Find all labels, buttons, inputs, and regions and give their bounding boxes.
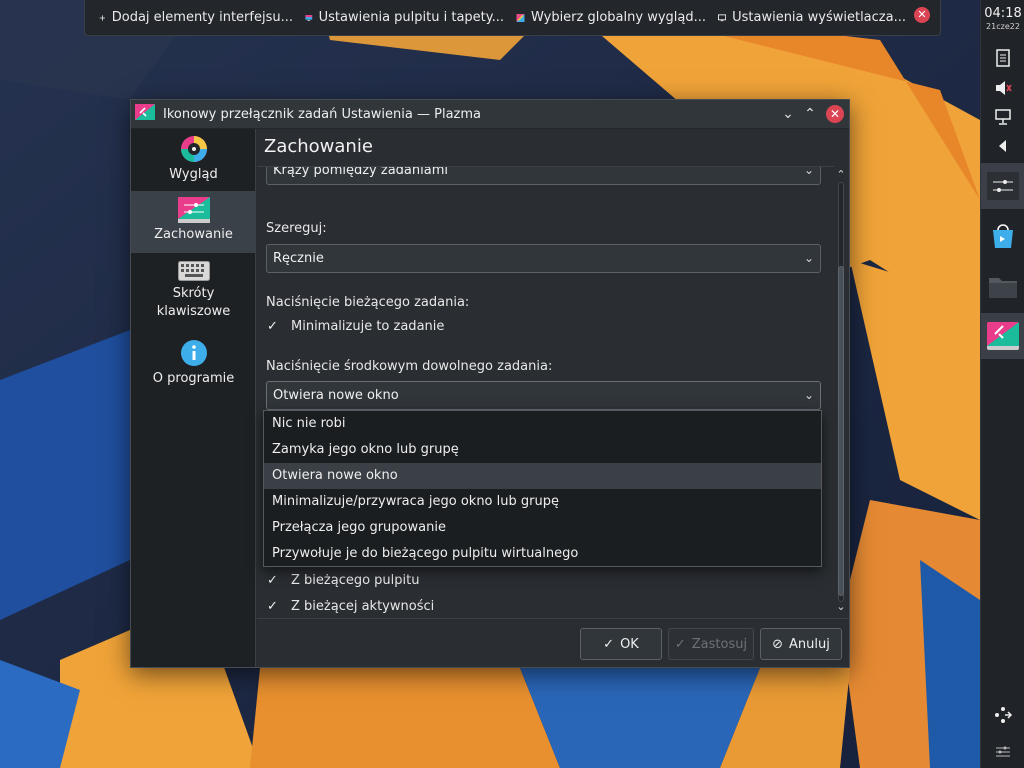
system-settings-icon <box>135 104 155 120</box>
button-label: Anuluj <box>789 636 830 652</box>
chevron-down-icon: ⌄ <box>803 166 814 177</box>
checkmark-icon: ✓ <box>267 573 278 588</box>
task-label: Ustawienia pulpitu i tapety... <box>318 10 504 25</box>
appearance-icon <box>180 136 207 162</box>
check-icon: ✓ <box>603 636 615 652</box>
close-icon[interactable]: ✕ <box>914 7 930 23</box>
checkbox-label: Minimalizuje to zadanie <box>291 319 445 334</box>
clock-time: 04:18 <box>984 6 1022 21</box>
minimize-button[interactable]: ⌄ <box>779 105 797 123</box>
cancel-button[interactable]: ⊘ Anuluj <box>760 628 842 660</box>
chevron-down-icon: ⌄ <box>803 251 814 265</box>
category-sidebar: Wygląd Zachowanie Skróty klawiszowe O pr… <box>131 129 256 667</box>
keyboard-icon <box>177 261 210 281</box>
task-desktop-settings[interactable]: Ustawienia pulpitu i tapety... <box>299 3 510 33</box>
clipboard-icon[interactable] <box>993 49 1013 67</box>
dialog-footer: ✓ OK ✓ Zastosuj ⊘ Anuluj <box>257 618 849 667</box>
folder-icon <box>989 278 1017 298</box>
settings-dialog: Ikonowy przełącznik zadań Ustawienia — P… <box>130 99 850 668</box>
sort-label: Szereguj: <box>266 221 327 236</box>
combo-value: Otwiera nowe okno <box>273 388 399 403</box>
page-title: Zachowanie <box>264 136 373 157</box>
window-close-button[interactable]: ✕ <box>826 105 844 123</box>
window-title: Ikonowy przełącznik zadań Ustawienia — P… <box>163 106 481 122</box>
cancel-icon: ⊘ <box>772 636 784 652</box>
chevron-down-icon: ⌄ <box>803 388 814 402</box>
sidebar-item-behavior[interactable]: Zachowanie <box>131 191 256 253</box>
sidebar-item-about[interactable]: O programie <box>131 337 256 397</box>
plus-icon <box>99 14 105 21</box>
global-theme-icon <box>516 13 525 22</box>
system-settings-icon <box>987 322 1019 350</box>
middle-click-combo[interactable]: Otwiera nowe okno ⌄ <box>266 381 821 410</box>
check-icon: ✓ <box>674 636 686 652</box>
apply-button[interactable]: ✓ Zastosuj <box>668 628 754 660</box>
checkbox-label: Z bieżącego pulpitu <box>291 573 420 588</box>
sidebar-item-appearance[interactable]: Wygląd <box>131 133 256 191</box>
sidebar-item-label: O programie <box>152 371 235 386</box>
button-label: Zastosuj <box>691 636 748 652</box>
digital-clock[interactable]: 04:18 21cze22 <box>981 6 1024 31</box>
desktop-settings-icon <box>305 14 313 21</box>
sidebar-item-label: Skróty klawiszowe <box>156 286 231 319</box>
task-switcher-icon <box>987 172 1019 200</box>
sidebar-item-label: Zachowanie <box>154 227 233 242</box>
pinned-file-manager[interactable] <box>981 263 1024 309</box>
current-activity-checkbox[interactable]: ✓ Z bieżącej aktywności <box>267 599 434 614</box>
current-desktop-checkbox[interactable]: ✓ Z bieżącego pulpitu <box>267 573 419 588</box>
store-bag-icon <box>993 224 1013 248</box>
combo-value: Krąży pomiędzy zadaniami <box>273 166 448 178</box>
task-global-theme[interactable]: Wybierz globalny wygląd... <box>510 3 712 33</box>
chevron-up-icon[interactable]: ⌃ <box>834 168 848 181</box>
ok-button[interactable]: ✓ OK <box>580 628 662 660</box>
minimize-checkbox[interactable]: ✓ Minimalizuje to zadanie <box>267 319 444 334</box>
scrollbar-thumb[interactable] <box>838 266 844 596</box>
task-label: Ustawienia wyświetlacza... <box>732 10 906 25</box>
volume-muted-icon[interactable] <box>993 79 1013 97</box>
network-icon[interactable] <box>993 108 1013 126</box>
dropdown-option[interactable]: Zamyka jego okno lub grupę <box>264 437 821 463</box>
maximize-button[interactable]: ⌃ <box>801 105 819 123</box>
panel-settings-icon[interactable] <box>993 743 1013 761</box>
checkmark-icon: ✓ <box>267 599 278 614</box>
task-label: Dodaj elementy interfejsu... <box>111 10 293 25</box>
display-icon <box>718 13 727 21</box>
expand-tray-icon[interactable] <box>993 137 1013 155</box>
info-icon <box>180 340 207 366</box>
combo-value: Ręcznie <box>273 251 324 266</box>
dropdown-option[interactable]: Otwiera nowe okno <box>264 463 821 489</box>
dropdown-option[interactable]: Nic nie robi <box>264 411 821 437</box>
pinned-task-switcher[interactable] <box>981 163 1024 209</box>
dropdown-option[interactable]: Minimalizuje/przywraca jego okno lub gru… <box>264 489 821 515</box>
task-label: Wybierz globalny wygląd... <box>531 10 706 25</box>
sort-combo[interactable]: Ręcznie ⌄ <box>266 244 821 273</box>
clock-date: 21cze22 <box>986 22 1020 31</box>
sidebar-item-shortcuts[interactable]: Skróty klawiszowe <box>131 257 256 333</box>
window-titlebar[interactable]: Ikonowy przełącznik zadań Ustawienia — P… <box>131 100 849 129</box>
middle-click-label: Naciśnięcie środkowym dowolnego zadania: <box>266 359 553 374</box>
pinned-discover[interactable] <box>981 213 1024 259</box>
sidebar-item-label: Wygląd <box>169 167 218 182</box>
kde-connect-icon[interactable] <box>993 706 1013 724</box>
chevron-down-icon[interactable]: ⌄ <box>834 600 848 613</box>
grouping-combo[interactable]: Krąży pomiędzy zadaniami ⌄ <box>266 166 821 185</box>
task-add-widgets[interactable]: Dodaj elementy interfejsu... <box>93 3 299 33</box>
click-current-label: Naciśnięcie bieżącego zadania: <box>266 295 470 310</box>
checkbox-label: Z bieżącej aktywności <box>291 599 435 614</box>
right-panel: 04:18 21cze22 <box>980 0 1024 768</box>
pinned-system-settings[interactable] <box>981 313 1024 359</box>
button-label: OK <box>620 636 639 652</box>
dropdown-option[interactable]: Przełącza jego grupowanie <box>264 515 821 541</box>
task-display-settings[interactable]: Ustawienia wyświetlacza... <box>712 3 912 33</box>
dropdown-option[interactable]: Przywołuje je do bieżącego pulpitu wirtu… <box>264 541 821 567</box>
task-manager-bar: Dodaj elementy interfejsu... Ustawienia … <box>84 0 941 36</box>
content-scrollbar[interactable]: ⌃ ⌄ <box>834 166 848 618</box>
middle-click-dropdown: Nic nie robi Zamyka jego okno lub grupę … <box>263 410 822 567</box>
checkmark-icon: ✓ <box>267 319 278 334</box>
behavior-icon <box>177 197 210 223</box>
